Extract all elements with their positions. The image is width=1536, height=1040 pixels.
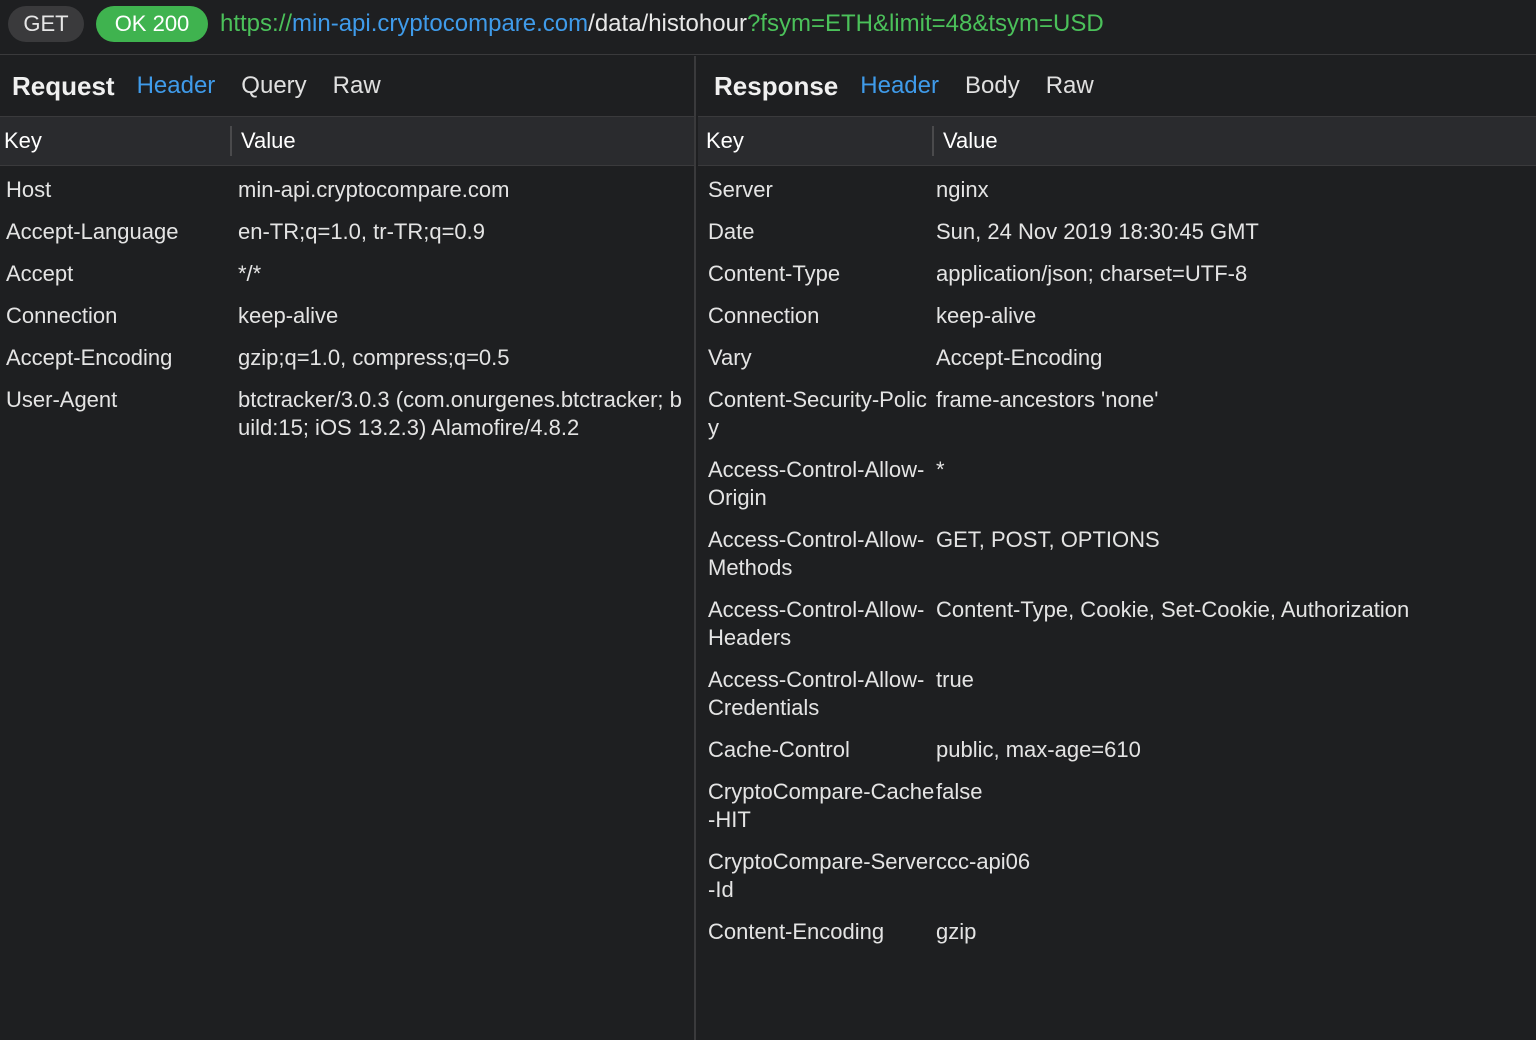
table-row[interactable]: Content-Type application/json; charset=UT…	[698, 254, 1536, 296]
header-value: ccc-api06	[936, 849, 1031, 874]
table-row[interactable]: Date Sun, 24 Nov 2019 18:30:45 GMT	[698, 212, 1536, 254]
column-header-key[interactable]: Key	[0, 126, 232, 156]
header-key: Content-Encoding	[708, 919, 885, 944]
header-value: Accept-Encoding	[936, 345, 1103, 370]
header-key: Host	[6, 177, 52, 202]
header-value: application/json; charset=UTF-8	[936, 261, 1248, 286]
header-key: Access-Control-Allow-Origin	[708, 457, 925, 510]
tab-response-raw[interactable]: Raw	[1046, 72, 1094, 100]
header-value: keep-alive	[936, 303, 1037, 328]
request-panel-header: Request Header Query Raw	[0, 56, 694, 116]
table-row[interactable]: Content-Security-Policy frame-ancestors '…	[698, 380, 1536, 450]
status-badge: OK 200	[96, 6, 208, 42]
header-key: Content-Security-Policy	[708, 387, 927, 440]
header-key: Server	[708, 177, 773, 202]
header-key: Access-Control-Allow-Credentials	[708, 667, 925, 720]
header-key: Accept-Encoding	[6, 345, 173, 370]
header-key: Access-Control-Allow-Methods	[708, 527, 925, 580]
tab-response-body[interactable]: Body	[965, 72, 1020, 100]
request-table-header: Key Value	[0, 116, 694, 166]
table-row[interactable]: User-Agent btctracker/3.0.3 (com.onurgene…	[0, 380, 694, 450]
tab-response-header[interactable]: Header	[860, 72, 939, 100]
tab-request-query[interactable]: Query	[241, 72, 306, 100]
header-key: Cache-Control	[708, 737, 850, 762]
header-value: true	[936, 667, 974, 692]
header-value: Content-Type, Cookie, Set-Cookie, Author…	[936, 597, 1410, 622]
header-value: */*	[238, 261, 262, 286]
table-row[interactable]: Content-Encoding gzip	[698, 912, 1536, 954]
header-key: Date	[708, 219, 755, 244]
request-headers-list: Host min-api.cryptocompare.com Accept-Lang…	[0, 166, 694, 450]
table-row[interactable]: CryptoCompare-Server-Id ccc-api06	[698, 842, 1536, 912]
url-path: /data/histohour	[588, 10, 747, 37]
table-row[interactable]: Connection keep-alive	[0, 296, 694, 338]
header-value: frame-ancestors 'none'	[936, 387, 1159, 412]
header-key: Accept	[6, 261, 74, 286]
request-title: Request	[12, 70, 115, 101]
table-row[interactable]: Cache-Control public, max-age=610	[698, 730, 1536, 772]
tab-request-header[interactable]: Header	[137, 72, 216, 100]
table-row[interactable]: CryptoCompare-Cache-HIT false	[698, 772, 1536, 842]
table-row[interactable]: Access-Control-Allow-Credentials true	[698, 660, 1536, 730]
header-value: Sun, 24 Nov 2019 18:30:45 GMT	[936, 219, 1259, 244]
table-row[interactable]: Connection keep-alive	[698, 296, 1536, 338]
table-row[interactable]: Accept-Language en-TR;q=1.0, tr-TR;q=0.9	[0, 212, 694, 254]
header-key: User-Agent	[6, 387, 118, 412]
header-value: false	[936, 779, 983, 804]
url-bar: GET OK 200 https://min-api.cryptocompare…	[0, 0, 1536, 55]
table-row[interactable]: Accept */*	[0, 254, 694, 296]
table-row[interactable]: Access-Control-Allow-Headers Content-Type…	[698, 590, 1536, 660]
header-value: public, max-age=610	[936, 737, 1141, 762]
column-header-key[interactable]: Key	[698, 126, 934, 156]
header-value: gzip;q=1.0, compress;q=0.5	[238, 345, 510, 370]
url-query: ?fsym=ETH&limit=48&tsym=USD	[746, 10, 1104, 37]
header-key: Access-Control-Allow-Headers	[708, 597, 925, 650]
header-value: en-TR;q=1.0, tr-TR;q=0.9	[238, 219, 485, 244]
header-key: Accept-Language	[6, 219, 179, 244]
column-header-value[interactable]: Value	[232, 128, 296, 154]
header-key: CryptoCompare-Cache-HIT	[708, 779, 935, 832]
response-table-header: Key Value	[698, 116, 1536, 166]
request-panel: Request Header Query Raw Key Value Host m…	[0, 56, 696, 1040]
table-row[interactable]: Vary Accept-Encoding	[698, 338, 1536, 380]
header-value: min-api.cryptocompare.com	[238, 177, 510, 202]
table-row[interactable]: Server nginx	[698, 170, 1536, 212]
response-panel: Response Header Body Raw Key Value Serve…	[698, 56, 1536, 1040]
response-title: Response	[714, 70, 839, 101]
table-row[interactable]: Host min-api.cryptocompare.com	[0, 170, 694, 212]
response-panel-header: Response Header Body Raw	[698, 56, 1536, 116]
header-value: *	[936, 457, 945, 482]
table-row[interactable]: Access-Control-Allow-Origin *	[698, 450, 1536, 520]
header-key: Vary	[708, 345, 752, 370]
table-row[interactable]: Accept-Encoding gzip;q=1.0, compress;q=0.…	[0, 338, 694, 380]
header-key: Connection	[6, 303, 118, 328]
response-headers-list: Server nginx Date Sun, 24 Nov 2019 18:30:45…	[698, 166, 1536, 954]
header-value: gzip	[936, 919, 977, 944]
header-key: CryptoCompare-Server-Id	[708, 849, 936, 902]
header-value: keep-alive	[238, 303, 339, 328]
column-header-value[interactable]: Value	[934, 128, 998, 154]
header-key: Content-Type	[708, 261, 841, 286]
url-host: min-api.cryptocompare.com	[292, 10, 589, 37]
table-row[interactable]: Access-Control-Allow-Methods GET, POST, O…	[698, 520, 1536, 590]
header-key: Connection	[708, 303, 820, 328]
tab-request-raw[interactable]: Raw	[333, 72, 381, 100]
header-value: GET, POST, OPTIONS	[936, 527, 1160, 552]
header-value: btctracker/3.0.3 (com.onurgenes.btctrack…	[238, 387, 682, 440]
method-badge: GET	[8, 6, 84, 42]
header-value: nginx	[936, 177, 989, 202]
request-url[interactable]: https://min-api.cryptocompare.com/data/h…	[220, 8, 1104, 40]
url-scheme: https://	[220, 10, 293, 37]
